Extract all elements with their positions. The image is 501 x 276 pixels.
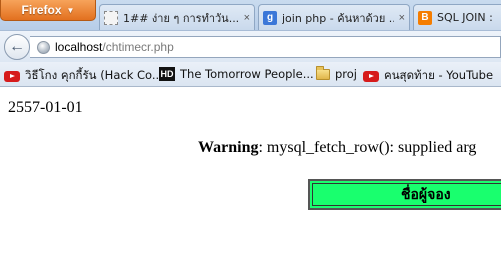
url-host: localhost <box>55 40 103 54</box>
bookmark-label: The Tomorrow People... <box>180 67 314 81</box>
firefox-menu-button[interactable]: Firefox ▼ <box>0 0 96 21</box>
navigation-bar: ← localhost /chtimecr.php <box>0 30 501 62</box>
bookmarks-toolbar: วิธีโกง คุกกี้รัน (Hack Co... HD The Tom… <box>0 62 501 87</box>
bookmark-label: proj <box>335 67 358 81</box>
google-icon: g <box>263 10 277 25</box>
url-path: /chtimecr.php <box>102 40 174 54</box>
warning-message: : mysql_fetch_row(): supplied arg <box>258 139 477 156</box>
header-cell: ชื่อผู้จอง <box>312 183 501 206</box>
bookmark-item[interactable]: วิธีโกง คุกกี้รัน (Hack Co... <box>4 67 163 85</box>
close-icon[interactable]: × <box>244 12 250 24</box>
hd-icon: HD <box>159 67 175 81</box>
blank-page-icon <box>104 10 118 25</box>
folder-icon <box>316 65 330 80</box>
table-header: ชื่อผู้จอง <box>308 179 501 210</box>
youtube-icon <box>363 70 379 82</box>
firefox-menu-label: Firefox <box>21 3 62 17</box>
php-warning: Warning: mysql_fetch_row(): supplied arg <box>198 139 476 157</box>
back-arrow-icon: ← <box>9 38 25 55</box>
page-content: 2557-01-01 Warning: mysql_fetch_row(): s… <box>0 87 501 276</box>
address-bar[interactable]: localhost /chtimecr.php <box>30 36 501 58</box>
close-icon[interactable]: × <box>399 12 405 24</box>
blogger-icon: B <box>418 10 432 25</box>
tab-title: join php - ค้นหาด้วย ... <box>282 11 394 25</box>
tab-title: 1## ง่าย ๆ การทำวัน... <box>123 11 239 25</box>
tab-1[interactable]: 1## ง่าย ๆ การทำวัน... × <box>99 4 255 30</box>
bookmark-label: คนสุดท้าย - YouTube <box>384 68 494 82</box>
bookmark-folder[interactable]: proj <box>316 65 358 81</box>
globe-icon <box>37 40 50 54</box>
tab-strip: Firefox ▼ 1## ง่าย ๆ การทำวัน... × g joi… <box>0 0 501 30</box>
tab-title: SQL JOIN : <box>437 11 493 24</box>
date-text: 2557-01-01 <box>8 99 83 116</box>
chevron-down-icon: ▼ <box>66 5 75 15</box>
youtube-icon <box>4 70 20 82</box>
tab-3[interactable]: B SQL JOIN : <box>413 4 501 30</box>
back-button[interactable]: ← <box>4 34 30 60</box>
bookmark-label: วิธีโกง คุกกี้รัน (Hack Co... <box>25 68 163 82</box>
bookmark-item[interactable]: HD The Tomorrow People... <box>159 67 314 81</box>
warning-label: Warning <box>198 139 259 156</box>
tab-2[interactable]: g join php - ค้นหาด้วย ... × <box>258 4 410 30</box>
bookmark-item[interactable]: คนสุดท้าย - YouTube <box>363 67 493 85</box>
